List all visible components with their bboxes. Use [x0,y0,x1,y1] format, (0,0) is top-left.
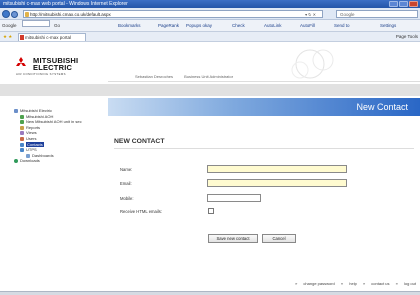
logo-line2: ELECTRIC [33,63,73,72]
sidebar-item-label: Mitsubishi AOH [26,113,54,119]
sidebar-item-label: Views [26,130,37,136]
name-label: Name: [120,167,133,172]
views-icon [20,131,24,136]
name-field[interactable] [207,165,347,173]
address-text: http://mitsubishi.cmax.co.uk/default.asp… [30,12,111,17]
banner-title: New Contact [356,102,408,112]
sidebar-item-label: Contacts [26,141,44,147]
email-label: Email: [120,181,132,186]
tab-label: mitsubishi c-max portal [25,35,72,40]
mobile-field[interactable] [207,194,261,202]
html-email-label: Receive HTML emails: [120,209,162,214]
users-icon [20,136,24,141]
search-placeholder: Google [340,12,355,17]
maximize-button[interactable] [399,1,408,7]
page-icon [25,12,29,17]
address-input[interactable]: http://mitsubishi.cmax.co.uk/default.asp… [23,10,323,18]
window-title: mitsubishi c-max web portal - Windows In… [3,1,128,7]
google-search-field[interactable] [22,20,50,27]
browser-status-bar [0,291,420,295]
log-out-text: log out [403,281,416,286]
window-controls [389,1,418,7]
downloads-icon [14,159,18,164]
sidebar-item-label: Reports [26,124,41,130]
sidebar-item-label: Dashboards [32,152,54,158]
site-favicon-icon [20,35,24,40]
sidebar-item-downloads[interactable]: Downloads [14,158,104,164]
sidebar-item-label: Mitsubishi Electric [20,108,53,113]
contact-us-link[interactable]: » contact us [363,281,390,286]
contacts-icon [20,142,24,147]
form-divider [114,148,414,149]
sidebar-item-label: New Mitsubishi AOH unit in sec [26,119,82,125]
save-contact-button[interactable]: Save new contact [208,234,258,243]
browser-search-input[interactable]: Google [336,10,418,18]
sendto-button[interactable]: Send to [334,20,350,31]
settings-button[interactable]: Settings [380,20,396,31]
dashboards-icon [26,153,30,158]
mitsubishi-diamonds-icon [16,57,26,66]
bookmarks-button[interactable]: Bookmarks [118,20,141,31]
reports-icon [20,125,24,130]
cancel-button[interactable]: Cancel [262,234,296,243]
header-user-info: Sebastian Desroches Business Unit Admini… [135,74,243,79]
forward-icon[interactable] [11,10,18,18]
header-role: Business Unit Administrator [184,74,234,79]
back-icon[interactable] [2,10,10,18]
refresh-icon[interactable]: ▾ ↻ ✕ [305,11,316,18]
window-titlebar: mitsubishi c-max web portal - Windows In… [0,0,420,8]
form-title: NEW CONTACT [114,138,165,145]
google-toolbar: Google Go Bookmarks PageRank Popups okay… [0,20,420,32]
sidebar-item-label: UTPS [26,147,37,153]
google-label: Google [2,23,17,28]
pagerank-button[interactable]: PageRank [158,20,179,31]
sidebar-item-label: Downloads [20,158,40,164]
header-username: Sebastian Desroches [135,74,174,79]
favorites-star-icon[interactable]: ★ ★ [3,32,12,42]
header-divider [108,81,420,82]
folder-icon [20,120,24,125]
utps-icon [20,148,24,153]
close-button[interactable] [409,1,418,7]
change-password-text: change password [303,281,335,286]
autofill-button[interactable]: AutoFill [300,20,315,31]
help-text: help [349,281,357,286]
popups-button[interactable]: Popups okay [186,20,212,31]
header-decoration [291,49,334,79]
change-password-link[interactable]: » change password [295,281,335,286]
sidebar-tree: Mitsubishi Electric Mitsubishi AOH New M… [14,108,104,164]
address-bar-row: http://mitsubishi.cmax.co.uk/default.asp… [0,8,420,20]
footer-links: » change password » help » contact us » … [290,281,416,286]
autolink-button[interactable]: AutoLink [264,20,282,31]
log-out-link[interactable]: » log out [396,281,416,286]
html-email-checkbox[interactable] [208,208,214,214]
check-button[interactable]: Check [232,20,245,31]
page-tools-menu[interactable]: Page Tools [396,32,418,42]
contact-us-text: contact us [371,281,390,286]
mitsubishi-logo: MITSUBISHI ELECTRIC AIR CONDITIONING SYS… [15,55,95,77]
minimize-button[interactable] [389,1,398,7]
sidebar-item-label: Users [26,135,37,141]
tree-root-icon [14,108,18,113]
folder-icon [20,114,24,119]
mobile-label: Mobile: [120,196,134,201]
help-link[interactable]: » help [341,281,357,286]
tab-row: ★ ★ mitsubishi c-max portal Page Tools [0,32,420,42]
go-button[interactable]: Go [54,20,60,31]
browser-tab[interactable]: mitsubishi c-max portal [18,33,86,41]
page-banner: New Contact [108,98,420,116]
email-field[interactable] [207,179,347,187]
logo-line3: AIR CONDITIONING SYSTEMS [16,72,66,76]
top-grey-bar [0,84,420,96]
